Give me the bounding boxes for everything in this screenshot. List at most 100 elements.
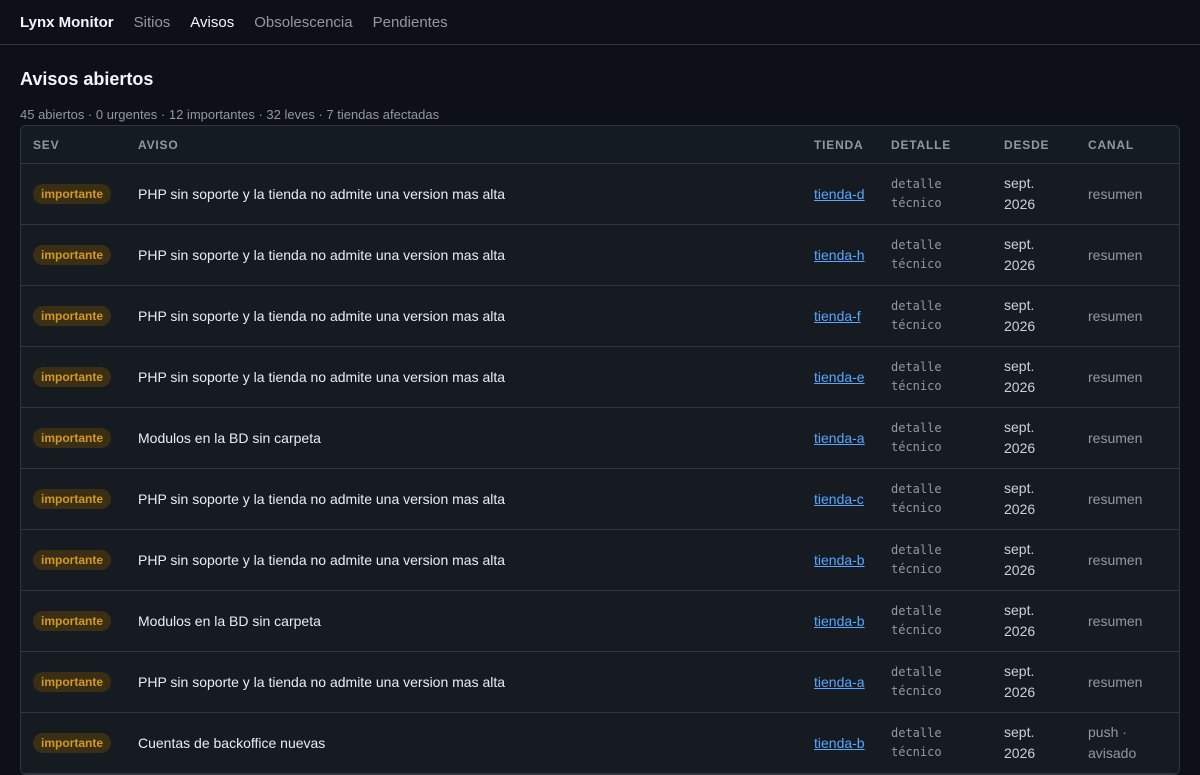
- column-header-sev[interactable]: SEV: [21, 126, 126, 164]
- table-row[interactable]: importante Modulos en la BD sin carpeta …: [21, 407, 1179, 469]
- alerts-table-container: SEV AVISO TIENDA DETALLE DESDE CANAL imp…: [20, 125, 1180, 775]
- store-link[interactable]: tienda-a: [814, 430, 865, 446]
- nav-obsolescencia[interactable]: Obsolescencia: [254, 14, 352, 31]
- cell-detalle: detalle técnico: [879, 712, 992, 774]
- cell-tienda: tienda-e: [802, 346, 879, 408]
- store-link[interactable]: tienda-b: [814, 613, 865, 629]
- cell-aviso: Modulos en la BD sin carpeta: [126, 407, 802, 469]
- cell-canal: push · avisado: [1076, 712, 1179, 774]
- store-link[interactable]: tienda-e: [814, 369, 865, 385]
- severity-badge: importante: [33, 611, 112, 631]
- cell-sev: importante: [21, 407, 126, 469]
- cell-tienda: tienda-h: [802, 224, 879, 286]
- store-link[interactable]: tienda-c: [814, 491, 864, 507]
- severity-badge: importante: [33, 245, 112, 265]
- nav-sitios[interactable]: Sitios: [134, 14, 171, 31]
- cell-canal: resumen: [1076, 407, 1179, 469]
- table-row[interactable]: importante PHP sin soporte y la tienda n…: [21, 651, 1179, 713]
- store-link[interactable]: tienda-h: [814, 247, 865, 263]
- table-header-row: SEV AVISO TIENDA DETALLE DESDE CANAL: [21, 126, 1179, 164]
- table-row[interactable]: importante PHP sin soporte y la tienda n…: [21, 529, 1179, 591]
- cell-canal: resumen: [1076, 224, 1179, 286]
- cell-tienda: tienda-d: [802, 163, 879, 225]
- table-row[interactable]: importante PHP sin soporte y la tienda n…: [21, 285, 1179, 347]
- cell-sev: importante: [21, 346, 126, 408]
- cell-detalle: detalle técnico: [879, 651, 992, 713]
- cell-sev: importante: [21, 163, 126, 225]
- severity-badge: importante: [33, 550, 112, 570]
- store-link[interactable]: tienda-f: [814, 308, 861, 324]
- severity-badge: importante: [33, 672, 112, 692]
- column-header-aviso[interactable]: AVISO: [126, 126, 802, 164]
- cell-desde: sept. 2026: [992, 163, 1076, 225]
- cell-tienda: tienda-b: [802, 529, 879, 591]
- cell-canal: resumen: [1076, 529, 1179, 591]
- cell-tienda: tienda-a: [802, 651, 879, 713]
- cell-sev: importante: [21, 285, 126, 347]
- cell-canal: resumen: [1076, 285, 1179, 347]
- nav-pendientes[interactable]: Pendientes: [373, 14, 448, 31]
- column-header-detalle[interactable]: DETALLE: [879, 126, 992, 164]
- cell-desde: sept. 2026: [992, 224, 1076, 286]
- cell-desde: sept. 2026: [992, 285, 1076, 347]
- store-link[interactable]: tienda-b: [814, 735, 865, 751]
- severity-badge: importante: [33, 184, 112, 204]
- cell-detalle: detalle técnico: [879, 346, 992, 408]
- severity-badge: importante: [33, 367, 112, 387]
- cell-sev: importante: [21, 224, 126, 286]
- nav-avisos[interactable]: Avisos: [190, 14, 234, 31]
- cell-aviso: PHP sin soporte y la tienda no admite un…: [126, 468, 802, 530]
- store-link[interactable]: tienda-b: [814, 552, 865, 568]
- alerts-table: SEV AVISO TIENDA DETALLE DESDE CANAL imp…: [21, 126, 1179, 774]
- severity-badge: importante: [33, 489, 112, 509]
- cell-tienda: tienda-c: [802, 468, 879, 530]
- cell-aviso: Cuentas de backoffice nuevas: [126, 712, 802, 774]
- cell-aviso: PHP sin soporte y la tienda no admite un…: [126, 163, 802, 225]
- table-row[interactable]: importante PHP sin soporte y la tienda n…: [21, 346, 1179, 408]
- cell-tienda: tienda-f: [802, 285, 879, 347]
- table-row[interactable]: importante PHP sin soporte y la tienda n…: [21, 468, 1179, 530]
- cell-detalle: detalle técnico: [879, 468, 992, 530]
- cell-detalle: detalle técnico: [879, 224, 992, 286]
- store-link[interactable]: tienda-a: [814, 674, 865, 690]
- table-row[interactable]: importante PHP sin soporte y la tienda n…: [21, 163, 1179, 225]
- column-header-canal[interactable]: CANAL: [1076, 126, 1179, 164]
- main-content: Avisos abiertos 45 abiertos · 0 urgentes…: [0, 45, 1200, 775]
- cell-desde: sept. 2026: [992, 712, 1076, 774]
- cell-tienda: tienda-b: [802, 590, 879, 652]
- cell-aviso: PHP sin soporte y la tienda no admite un…: [126, 651, 802, 713]
- summary-stats: 45 abiertos · 0 urgentes · 12 importante…: [20, 107, 440, 122]
- column-header-desde[interactable]: DESDE: [992, 126, 1076, 164]
- cell-canal: resumen: [1076, 590, 1179, 652]
- table-row[interactable]: importante Cuentas de backoffice nuevas …: [21, 712, 1179, 774]
- cell-sev: importante: [21, 712, 126, 774]
- cell-desde: sept. 2026: [992, 407, 1076, 469]
- table-row[interactable]: importante Modulos en la BD sin carpeta …: [21, 590, 1179, 652]
- cell-detalle: detalle técnico: [879, 529, 992, 591]
- cell-canal: resumen: [1076, 346, 1179, 408]
- cell-canal: resumen: [1076, 468, 1179, 530]
- cell-tienda: tienda-a: [802, 407, 879, 469]
- column-header-tienda[interactable]: TIENDA: [802, 126, 879, 164]
- cell-aviso: PHP sin soporte y la tienda no admite un…: [126, 529, 802, 591]
- cell-desde: sept. 2026: [992, 651, 1076, 713]
- cell-sev: importante: [21, 590, 126, 652]
- cell-sev: importante: [21, 529, 126, 591]
- severity-badge: importante: [33, 733, 112, 753]
- cell-desde: sept. 2026: [992, 529, 1076, 591]
- cell-canal: resumen: [1076, 651, 1179, 713]
- cell-sev: importante: [21, 468, 126, 530]
- cell-canal: resumen: [1076, 163, 1179, 225]
- cell-detalle: detalle técnico: [879, 163, 992, 225]
- cell-sev: importante: [21, 651, 126, 713]
- cell-aviso: PHP sin soporte y la tienda no admite un…: [126, 224, 802, 286]
- app-title[interactable]: Lynx Monitor: [20, 14, 114, 31]
- cell-tienda: tienda-b: [802, 712, 879, 774]
- cell-aviso: Modulos en la BD sin carpeta: [126, 590, 802, 652]
- cell-desde: sept. 2026: [992, 346, 1076, 408]
- table-row[interactable]: importante PHP sin soporte y la tienda n…: [21, 224, 1179, 286]
- cell-aviso: PHP sin soporte y la tienda no admite un…: [126, 285, 802, 347]
- cell-aviso: PHP sin soporte y la tienda no admite un…: [126, 346, 802, 408]
- store-link[interactable]: tienda-d: [814, 186, 865, 202]
- page-title: Avisos abiertos: [20, 69, 154, 89]
